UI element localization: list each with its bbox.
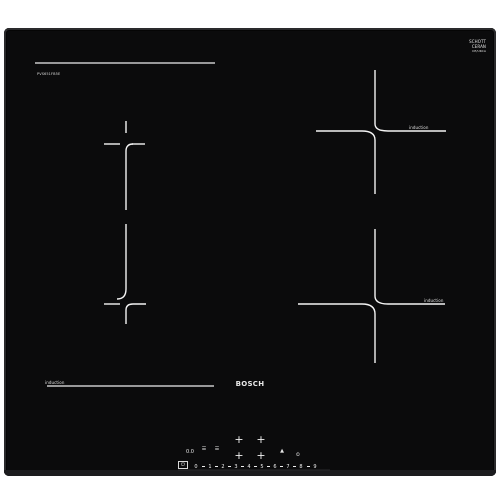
power-icon: ⏻ (181, 462, 185, 468)
scale-8[interactable]: 8 (297, 464, 305, 470)
pan-detect-right-button[interactable]: ☰ (212, 446, 222, 452)
scale-dash (228, 466, 231, 467)
pan-left-icon: ☰ (201, 446, 207, 452)
glass-mark-line-3: CE/UKCA (472, 49, 486, 53)
induction-label-bottom-left: induction (45, 380, 65, 385)
move-button[interactable]: ▲ (277, 448, 287, 454)
scale-dash (307, 466, 310, 467)
scale-dash (215, 466, 218, 467)
power-button[interactable]: ⏻ (178, 461, 188, 469)
model-code: PVS651FB5E (37, 72, 61, 76)
timer-icon: ⏲ (296, 452, 300, 458)
scale-1[interactable]: 1 (206, 464, 214, 470)
scale-dash (280, 466, 283, 467)
scale-dash (202, 466, 205, 467)
min-power-label: 0.0 (186, 449, 194, 455)
pan-right-icon: ☰ (214, 446, 220, 452)
right-back-zone-marks (316, 70, 446, 194)
scale-dash (254, 466, 257, 467)
induction-label-right-front: induction (424, 298, 444, 303)
scale-dash (267, 466, 270, 467)
scale-dash (293, 466, 296, 467)
plus-button-1[interactable]: + (233, 434, 245, 445)
scale-3[interactable]: 3 (232, 464, 240, 470)
pan-detect-left-button[interactable]: ☰ (199, 446, 209, 452)
scale-7[interactable]: 7 (284, 464, 292, 470)
scale-5[interactable]: 5 (258, 464, 266, 470)
timer-button[interactable]: ⏲ (293, 452, 303, 458)
right-front-zone-marks (298, 229, 445, 363)
plus-button-2[interactable]: + (255, 434, 267, 445)
brand-logo: BOSCH (235, 380, 265, 388)
scale-dash (241, 466, 244, 467)
plus-button-3[interactable]: + (233, 450, 245, 461)
scale-2[interactable]: 2 (219, 464, 227, 470)
scale-9[interactable]: 9 (311, 464, 319, 470)
min-power-button[interactable]: 0.0 (183, 449, 197, 455)
scale-6[interactable]: 6 (271, 464, 279, 470)
left-flex-zone-marks (104, 121, 146, 324)
induction-label-right-back: induction (409, 125, 429, 130)
zone-markings (35, 62, 446, 471)
move-icon: ▲ (280, 448, 284, 454)
zone-gap (123, 212, 129, 222)
glass-mark: SCHOTT CERAN CE/UKCA (446, 39, 486, 54)
scale-4[interactable]: 4 (245, 464, 253, 470)
plus-button-4[interactable]: + (255, 450, 267, 461)
scale-0[interactable]: 0 (192, 464, 200, 470)
